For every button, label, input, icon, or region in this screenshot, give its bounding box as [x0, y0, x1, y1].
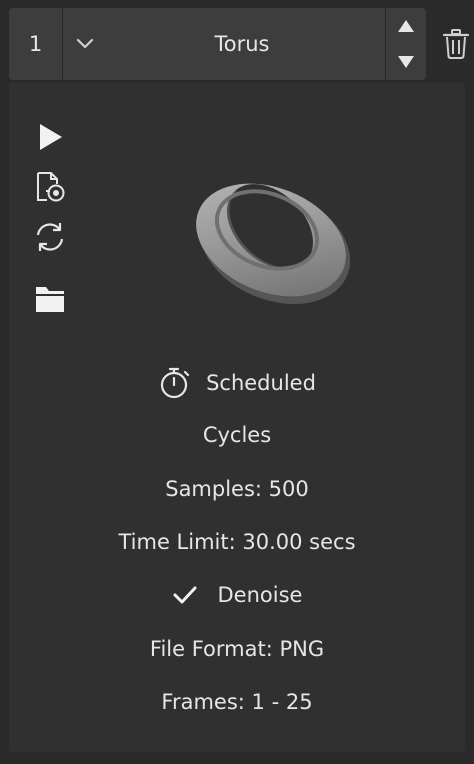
triangle-down-icon — [398, 56, 414, 68]
denoise-row: Denoise — [9, 580, 465, 610]
job-details-panel: Scheduled Cycles Samples: 500 Time Limit… — [9, 82, 465, 752]
denoise-label: Denoise — [217, 583, 303, 607]
check-icon — [173, 586, 197, 604]
triangle-up-icon — [398, 20, 414, 32]
move-down-button[interactable] — [386, 44, 426, 80]
stopwatch-icon — [160, 367, 190, 399]
file-format: File Format: PNG — [149, 637, 325, 661]
time-limit: Time Limit: 30.00 secs — [118, 530, 356, 554]
job-index: 1 — [28, 32, 43, 56]
render-engine: Cycles — [202, 423, 272, 447]
samples: Samples: 500 — [165, 477, 309, 501]
chevron-down-icon[interactable] — [73, 32, 97, 56]
folder-icon[interactable] — [33, 282, 67, 316]
torus-thumbnail — [196, 183, 351, 304]
trash-icon[interactable] — [442, 28, 470, 60]
play-icon[interactable] — [33, 120, 67, 154]
frame-range: Frames: 1 - 25 — [161, 690, 313, 714]
move-up-button[interactable] — [386, 8, 426, 44]
file-render-icon[interactable] — [33, 170, 67, 204]
refresh-icon[interactable] — [33, 220, 67, 254]
status-row: Scheduled — [9, 366, 465, 400]
divider — [62, 8, 63, 80]
job-name[interactable]: Torus — [99, 8, 385, 80]
job-header: 1 Torus — [9, 8, 426, 80]
status-label: Scheduled — [206, 371, 316, 395]
